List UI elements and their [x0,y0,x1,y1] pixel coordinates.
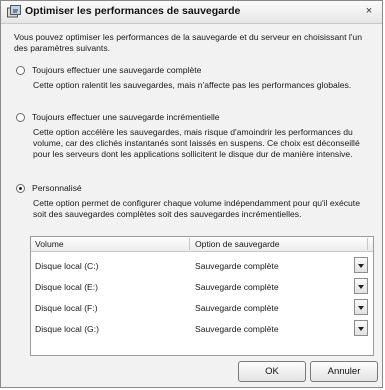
intro-text: Vous pouvez optimiser les performances d… [14,32,362,53]
column-header-volume[interactable]: Volume [35,239,64,249]
table-row: Disque local (C:) Sauvegarde complète [31,257,373,277]
table-row: Disque local (F:) Sauvegarde complète [31,299,373,319]
dialog-content: Vous pouvez optimiser les performances d… [1,24,382,387]
chevron-down-icon[interactable] [354,278,368,294]
table-row: Disque local (E:) Sauvegarde complète [31,278,373,298]
volume-name: Disque local (G:) [35,324,99,334]
volume-table: Volume Option de sauvegarde Disque local… [30,236,374,356]
radio-incremental-backup[interactable] [16,113,25,122]
selected-value: Sauvegarde complète [195,282,279,292]
option-description: Cette option accélère les sauvegardes, m… [33,127,360,159]
dialog-window: Optimiser les performances de sauvegarde… [0,0,383,388]
column-divider[interactable] [189,238,190,250]
radio-custom[interactable] [16,184,25,193]
option-label: Toujours effectuer une sauvegarde complè… [32,65,202,75]
table-header: Volume Option de sauvegarde [31,237,373,252]
close-icon[interactable]: × [362,4,376,18]
volume-name: Disque local (C:) [35,261,99,271]
chevron-down-icon[interactable] [354,257,368,273]
selected-value: Sauvegarde complète [195,303,279,313]
radio-full-backup[interactable] [16,66,25,75]
backup-option-select[interactable]: Sauvegarde complète [193,278,368,295]
backup-option-select[interactable]: Sauvegarde complète [193,320,368,337]
column-header-backup-option[interactable]: Option de sauvegarde [195,239,280,249]
option-description: Cette option ralentit les sauvegardes, m… [33,80,352,90]
option-label: Personnalisé [32,183,82,193]
column-divider[interactable] [367,238,368,250]
ok-button[interactable]: OK [238,361,306,382]
option-label: Toujours effectuer une sauvegarde incrém… [32,112,220,122]
volume-name: Disque local (E:) [35,282,99,292]
selected-value: Sauvegarde complète [195,324,279,334]
backup-icon [7,5,21,18]
backup-option-select[interactable]: Sauvegarde complète [193,257,368,274]
backup-option-select[interactable]: Sauvegarde complète [193,299,368,316]
chevron-down-icon[interactable] [354,320,368,336]
selected-value: Sauvegarde complète [195,261,279,271]
title-bar: Optimiser les performances de sauvegarde… [1,1,382,24]
volume-name: Disque local (F:) [35,303,98,313]
chevron-down-icon[interactable] [354,299,368,315]
cancel-button[interactable]: Annuler [310,361,378,382]
table-row: Disque local (G:) Sauvegarde complète [31,320,373,340]
dialog-title: Optimiser les performances de sauvegarde [25,5,241,17]
option-description: Cette option permet de configurer chaque… [33,198,360,219]
